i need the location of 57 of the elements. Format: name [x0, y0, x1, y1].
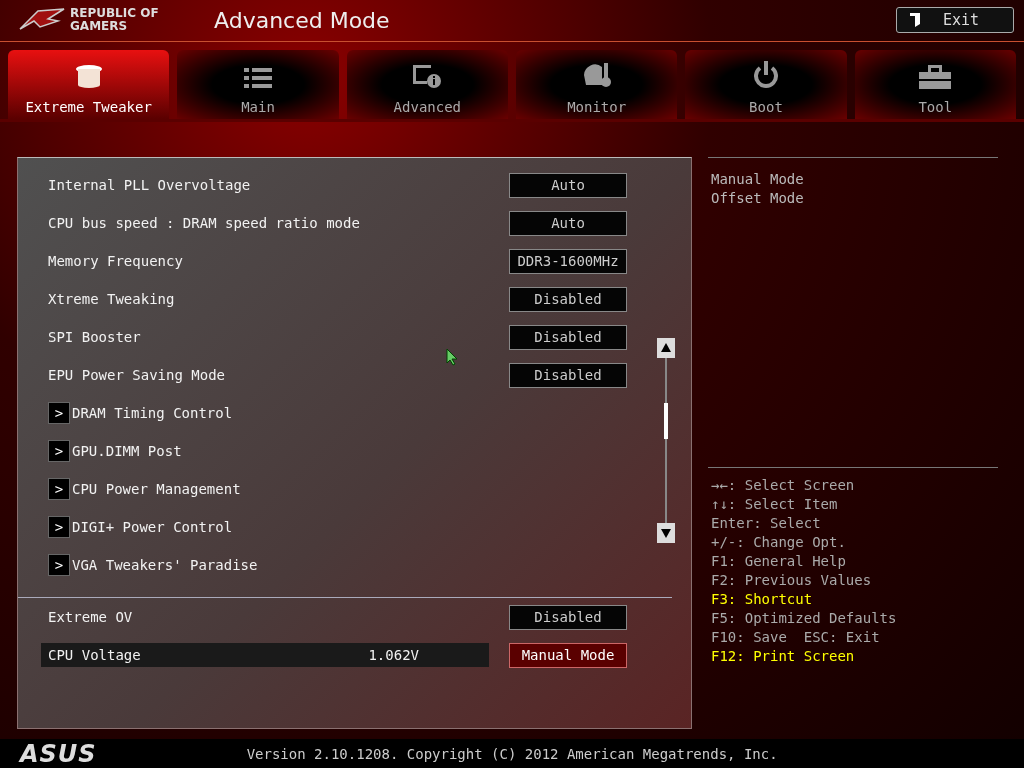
setting-value-button[interactable]: Auto: [509, 210, 627, 236]
setting-value-button[interactable]: Disabled: [509, 362, 627, 388]
voltage-row-highlight[interactable]: CPU Voltage 1.062V: [41, 643, 489, 668]
setting-label: Memory Frequency: [48, 253, 183, 270]
key-hint: →←: Select Screen: [711, 476, 856, 496]
help-option-text: Manual Mode: [711, 170, 805, 190]
scroll-down-icon[interactable]: [657, 523, 675, 544]
exit-button[interactable]: Exit: [896, 7, 1014, 34]
key-hint: F12: Print Screen: [711, 647, 856, 667]
key-hint: F5: Optimized Defaults: [711, 609, 898, 629]
toolbox-icon: [919, 65, 952, 90]
submenu-link[interactable]: DRAM Timing Control: [72, 405, 233, 422]
tab[interactable]: Boot: [685, 49, 847, 120]
key-hint: F10: Save ESC: Exit: [711, 628, 881, 648]
mouse-cursor-icon: [446, 348, 458, 367]
key-hint: ↑↓: Select Item: [711, 495, 839, 515]
key-hint: Enter: Select: [711, 514, 822, 534]
version-text: Version 2.10.1208. Copyright (C) 2012 American Megatrends, Inc.: [246, 745, 778, 762]
monitor-info-icon: [411, 63, 444, 90]
key-hint: F3: Shortcut: [711, 590, 814, 610]
drum-icon: [73, 63, 104, 90]
setting-label: Xtreme Tweaking: [48, 291, 175, 308]
tab[interactable]: Tool: [854, 49, 1016, 120]
setting-label: Extreme OV: [48, 609, 133, 626]
setting-value-button[interactable]: Auto: [509, 172, 627, 198]
submenu-link[interactable]: CPU Power Management: [72, 481, 241, 498]
power-icon: [752, 61, 779, 90]
submenu-link[interactable]: DIGI+ Power Control: [72, 519, 233, 536]
setting-value-button[interactable]: Disabled: [509, 604, 627, 630]
list-icon: [244, 67, 272, 90]
setting-label: EPU Power Saving Mode: [48, 367, 225, 384]
scroll-up-icon[interactable]: [657, 338, 675, 359]
tab[interactable]: Advanced: [346, 49, 508, 120]
setting-value-button[interactable]: Disabled: [509, 324, 627, 350]
setting-value-button[interactable]: DDR3-1600MHz: [509, 248, 627, 274]
tab[interactable]: Extreme Tweaker: [8, 49, 170, 120]
key-hint: F2: Previous Values: [711, 571, 873, 591]
asus-logo: ASUS: [20, 739, 97, 768]
submenu-link[interactable]: GPU.DIMM Post: [72, 443, 182, 460]
door-icon: [909, 12, 921, 29]
setting-value-button[interactable]: Disabled: [509, 286, 627, 312]
tab[interactable]: Monitor: [516, 49, 678, 120]
key-hint: +/-: Change Opt.: [711, 533, 847, 553]
gauge-thermometer-icon: [581, 61, 612, 90]
key-hint: F1: General Help: [711, 552, 847, 572]
setting-label: CPU bus speed : DRAM speed ratio mode: [48, 215, 360, 232]
setting-label: CPU Voltage: [48, 647, 141, 664]
tab[interactable]: Main: [177, 49, 339, 120]
submenu-link[interactable]: VGA Tweakers' Paradise: [72, 557, 258, 574]
scrollbar-thumb[interactable]: [664, 403, 668, 440]
brand-logo-text: REPUBLIC OF GAMERS: [70, 7, 160, 34]
page-title: Advanced Mode: [214, 7, 391, 33]
setting-label: SPI Booster: [48, 329, 141, 346]
setting-value-button[interactable]: Manual Mode: [509, 642, 627, 668]
help-option-text: Offset Mode: [711, 189, 805, 209]
setting-label: Internal PLL Overvoltage: [48, 177, 251, 194]
voltage-reading: 1.062V: [368, 647, 419, 664]
